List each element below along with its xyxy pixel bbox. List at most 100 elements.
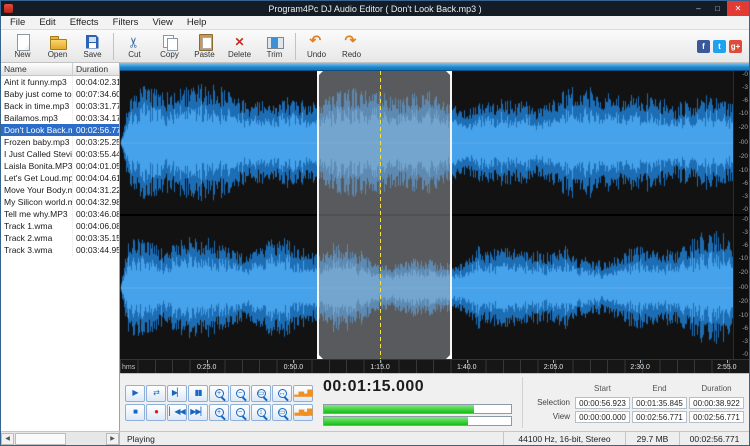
selection-overlay[interactable] bbox=[317, 71, 452, 359]
vertical-zoom-fit-button[interactable]: ↕ bbox=[251, 404, 271, 421]
playlist-column-name[interactable]: Name bbox=[1, 63, 73, 75]
playlist-row[interactable]: Frozen baby.mp300:03:25.253 bbox=[1, 136, 119, 148]
playlist-row[interactable]: Bailamos.mp300:03:34.178 bbox=[1, 112, 119, 124]
stop-button-icon: ■ bbox=[133, 408, 137, 416]
status-format: 44100 Hz, 16-bit, Stereo bbox=[503, 432, 625, 445]
scroll-right-button[interactable]: ▶ bbox=[106, 433, 119, 445]
level-meter-fill bbox=[324, 417, 468, 425]
paste-button[interactable]: Paste bbox=[187, 31, 222, 62]
menu-item-view[interactable]: View bbox=[145, 17, 179, 28]
menu-item-filters[interactable]: Filters bbox=[106, 17, 146, 28]
overview-scrollbar[interactable] bbox=[120, 63, 749, 71]
facebook-icon[interactable]: f bbox=[697, 40, 710, 53]
copy-button[interactable]: Copy bbox=[152, 31, 187, 62]
menu-item-file[interactable]: File bbox=[3, 17, 32, 28]
db-label: -6 bbox=[742, 98, 748, 105]
playlist-hscroll: ◀ ▶ bbox=[1, 432, 120, 445]
copy-label: Copy bbox=[160, 50, 179, 59]
zoom-in-button[interactable]: + bbox=[209, 385, 229, 402]
playlist-row[interactable]: My Silicon world.mp300:04:32.980 bbox=[1, 196, 119, 208]
vertical-zoom-all-button[interactable]: ▭ bbox=[272, 404, 292, 421]
playlist-row[interactable]: Laisla Bonita.MP300:04:01.058 bbox=[1, 160, 119, 172]
scroll-left-button[interactable]: ◀ bbox=[1, 433, 14, 445]
db-label: -20 bbox=[739, 270, 748, 277]
track-duration: 00:04:01.058 bbox=[73, 160, 119, 172]
new-button[interactable]: New bbox=[5, 31, 40, 62]
playlist-row[interactable]: Baby just come to me...00:07:34.609 bbox=[1, 88, 119, 100]
track-name: Baby just come to me... bbox=[1, 88, 73, 100]
toolbar-separator bbox=[295, 33, 296, 60]
cut-button[interactable]: Cut bbox=[117, 31, 152, 62]
minimize-button[interactable]: – bbox=[689, 1, 708, 16]
google-plus-icon[interactable]: g+ bbox=[729, 40, 742, 53]
twitter-icon[interactable]: t bbox=[713, 40, 726, 53]
cut-icon bbox=[126, 34, 144, 50]
scroll-thumb[interactable] bbox=[15, 433, 66, 445]
timeline-tick: 2:05.0 bbox=[544, 364, 563, 371]
playlist-row[interactable]: Track 1.wma00:04:06.085 bbox=[1, 220, 119, 232]
spectrum-view-button[interactable]: ▃▆▄▇ bbox=[293, 404, 313, 421]
menu-item-edit[interactable]: Edit bbox=[32, 17, 62, 28]
playlist-header: Name Duration bbox=[1, 63, 119, 76]
status-file-size: 29.7 MB bbox=[625, 432, 679, 445]
vertical-zoom-in-button-icon: + bbox=[215, 408, 224, 417]
playlist-row[interactable]: Tell me why.MP300:03:46.085 bbox=[1, 208, 119, 220]
toolbar-buttons: NewOpen Save Cut Copy PasteDeleteTrimUndoRed… bbox=[5, 31, 369, 62]
db-label: -0 bbox=[742, 217, 748, 224]
play-button[interactable]: ▶ bbox=[125, 385, 145, 402]
open-button[interactable]: Open bbox=[40, 31, 75, 62]
db-label: -6 bbox=[742, 181, 748, 188]
zoom-all-button-icon: ↔ bbox=[278, 389, 287, 398]
pause-button[interactable]: ▮▮ bbox=[188, 385, 208, 402]
playlist-column-duration[interactable]: Duration bbox=[73, 63, 119, 75]
playback-cursor[interactable] bbox=[380, 71, 381, 359]
go-to-end-button[interactable]: ▶▶▏ bbox=[188, 404, 208, 421]
transport-row: ▶⇄▶▏▮▮+−▭ ↔ ▂▅▃▇ bbox=[125, 385, 313, 402]
playlist-row[interactable]: Move Your Body.mp300:04:31.229 bbox=[1, 184, 119, 196]
trim-button[interactable]: Trim bbox=[257, 31, 292, 62]
menu-item-help[interactable]: Help bbox=[180, 17, 214, 28]
db-label: -10 bbox=[739, 256, 748, 263]
scroll-track[interactable] bbox=[14, 433, 106, 445]
undo-button[interactable]: Undo bbox=[299, 31, 334, 62]
track-duration: 00:04:04.611 bbox=[73, 172, 119, 184]
play-to-end-button[interactable]: ▶▏ bbox=[167, 385, 187, 402]
save-label: Save bbox=[83, 50, 101, 59]
playlist-row[interactable]: Aint it funny.mp300:04:02.312 bbox=[1, 76, 119, 88]
track-name: Back in time.mp3 bbox=[1, 100, 73, 112]
waveform-view-button[interactable]: ▂▅▃▇ bbox=[293, 385, 313, 402]
playlist-row[interactable]: Track 2.wma00:03:35.156 bbox=[1, 232, 119, 244]
save-button[interactable]: Save bbox=[75, 31, 110, 62]
db-label: -20 bbox=[739, 299, 748, 306]
info-header: Start bbox=[574, 384, 631, 393]
record-button[interactable]: ● bbox=[146, 404, 166, 421]
playlist-row[interactable]: Back in time.mp300:03:31.775 bbox=[1, 100, 119, 112]
track-name: Track 3.wma bbox=[1, 244, 73, 256]
track-name: Track 1.wma bbox=[1, 220, 73, 232]
time-display: 00:01:15.000 bbox=[323, 377, 512, 397]
zoom-all-button[interactable]: ↔ bbox=[272, 385, 292, 402]
timeline-ruler[interactable]: hms 0:25.00:50.01:15.01:40.02:05.02:30.0… bbox=[120, 359, 749, 373]
vertical-zoom-out-button[interactable]: − bbox=[230, 404, 250, 421]
undo-icon bbox=[308, 34, 326, 50]
zoom-selection-button[interactable]: ▭ bbox=[251, 385, 271, 402]
loop-button[interactable]: ⇄ bbox=[146, 385, 166, 402]
go-to-start-button-icon: ▏◀◀ bbox=[169, 408, 184, 416]
zoom-out-button[interactable]: − bbox=[230, 385, 250, 402]
db-label: -3 bbox=[742, 194, 748, 201]
menu-item-effects[interactable]: Effects bbox=[63, 17, 106, 28]
maximize-button[interactable]: □ bbox=[708, 1, 727, 16]
playlist-row[interactable]: Track 3.wma00:03:44.955 bbox=[1, 244, 119, 256]
playlist-row[interactable]: Let's Get Loud.mp300:04:04.611 bbox=[1, 172, 119, 184]
db-label: -0 bbox=[742, 351, 748, 358]
close-button[interactable]: ✕ bbox=[727, 1, 749, 16]
delete-button[interactable]: Delete bbox=[222, 31, 257, 62]
playlist-row[interactable]: Don't Look Back.mp300:02:56.771 bbox=[1, 124, 119, 136]
redo-button[interactable]: Redo bbox=[334, 31, 369, 62]
track-duration: 00:02:56.771 bbox=[73, 124, 119, 136]
go-to-start-button[interactable]: ▏◀◀ bbox=[167, 404, 187, 421]
playlist-row[interactable]: I Just Called Stevie.mp300:03:55.442 bbox=[1, 148, 119, 160]
db-label: -0 bbox=[742, 72, 748, 79]
vertical-zoom-in-button[interactable]: + bbox=[209, 404, 229, 421]
stop-button[interactable]: ■ bbox=[125, 404, 145, 421]
